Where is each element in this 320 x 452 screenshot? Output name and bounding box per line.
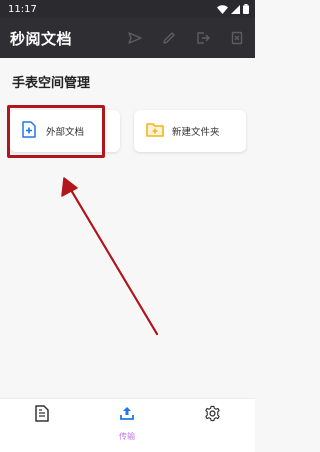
section-title: 手表空间管理 bbox=[12, 76, 91, 91]
status-time: 11:17 bbox=[8, 3, 37, 15]
exit-icon[interactable] bbox=[195, 30, 211, 46]
nav-transfer[interactable]: 传输 bbox=[97, 405, 157, 449]
nav-documents[interactable] bbox=[12, 405, 72, 449]
app-bar: 秒阅文档 bbox=[0, 18, 255, 58]
battery-icon bbox=[243, 4, 249, 14]
annotation-arrow bbox=[61, 177, 159, 336]
nav-transfer-label: 传输 bbox=[119, 432, 135, 441]
wifi-icon bbox=[217, 4, 228, 14]
folder-add-icon bbox=[146, 122, 164, 141]
highlight-box bbox=[7, 105, 105, 158]
new-folder-label: 新建文件夹 bbox=[172, 127, 220, 138]
nav-settings[interactable] bbox=[182, 405, 242, 449]
new-folder-card[interactable]: 新建文件夹 bbox=[134, 110, 246, 152]
send-icon[interactable] bbox=[127, 30, 143, 46]
edit-icon[interactable] bbox=[161, 30, 177, 46]
document-icon bbox=[35, 405, 49, 426]
upload-icon bbox=[119, 405, 135, 425]
status-bar: 11:17 bbox=[0, 0, 255, 18]
signal-icon bbox=[231, 4, 240, 14]
app-title: 秒阅文档 bbox=[10, 29, 73, 48]
gear-icon bbox=[204, 405, 221, 426]
delete-icon[interactable] bbox=[229, 30, 245, 46]
bottom-nav: 传输 bbox=[0, 398, 255, 452]
app-actions bbox=[127, 30, 245, 46]
status-icons bbox=[217, 4, 249, 14]
